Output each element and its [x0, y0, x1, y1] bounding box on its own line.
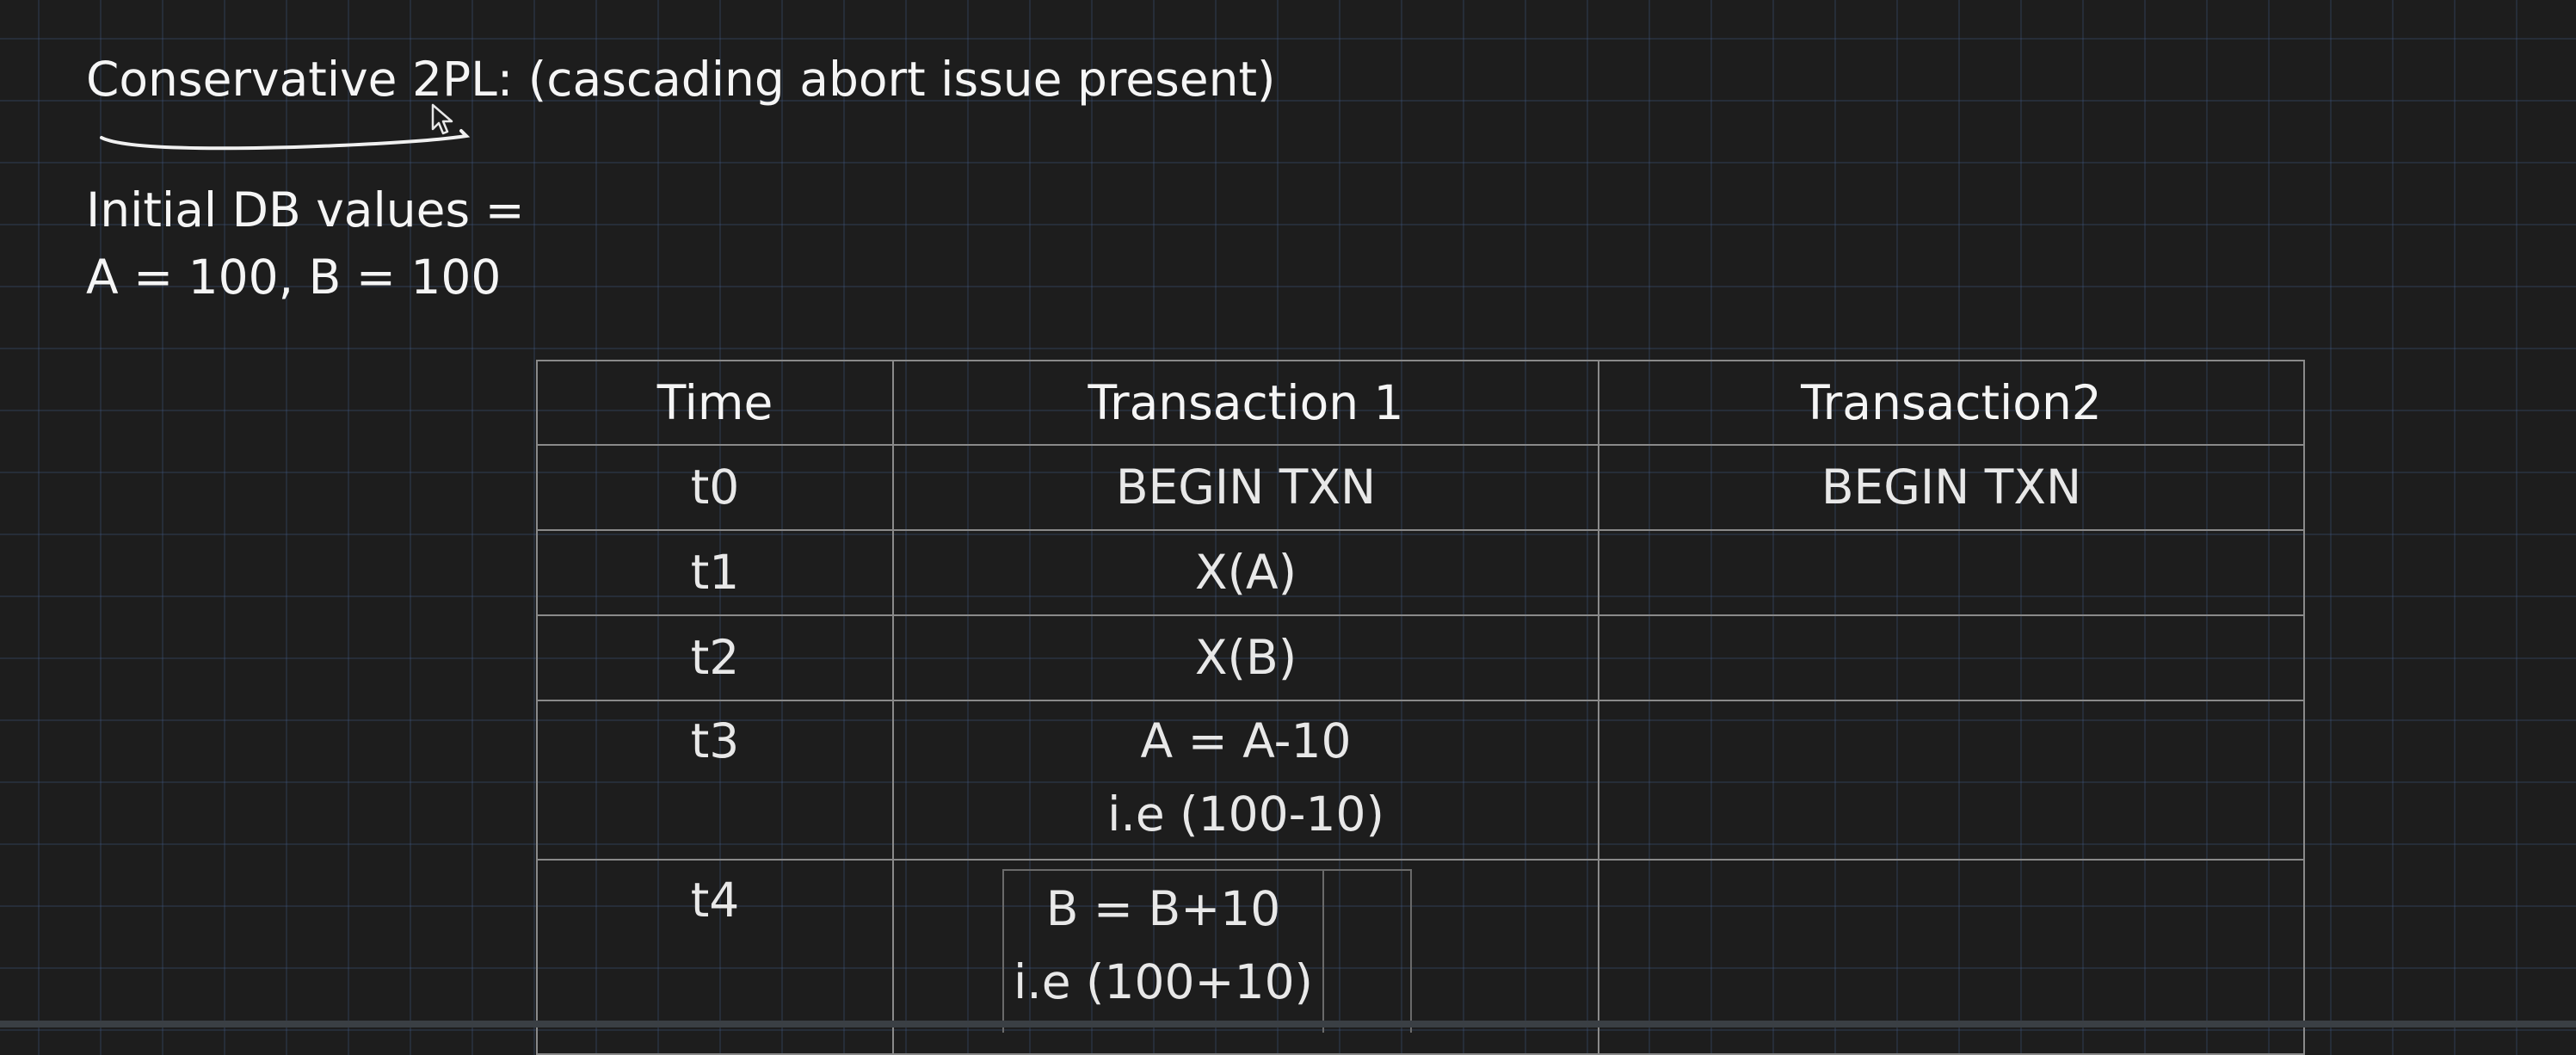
table-row: t2 X(B)	[536, 614, 2305, 701]
txn2-cell	[1598, 614, 2305, 701]
operation-detail: i.e (100-10)	[1107, 787, 1384, 842]
txn1-cell: BEGIN TXN	[892, 444, 1599, 531]
operation-line: A = A-10	[1140, 713, 1352, 768]
header-time: Time	[536, 360, 894, 446]
txn2-cell: BEGIN TXN	[1598, 444, 2305, 531]
header-transaction2: Transaction2	[1598, 360, 2305, 446]
header-transaction1: Transaction 1	[892, 360, 1599, 446]
time-label: t4	[690, 873, 740, 928]
table-header-row: Time Transaction 1 Transaction2	[536, 360, 2305, 446]
handwritten-underline-stroke	[100, 129, 471, 151]
slide-title: Conservative 2PL: (cascading abort issue…	[86, 52, 1276, 107]
time-cell: t1	[536, 529, 894, 616]
time-label: t3	[690, 713, 740, 768]
initial-values-label: Initial DB values =	[86, 182, 525, 238]
txn2-cell	[1598, 529, 2305, 616]
mouse-pointer-icon	[431, 103, 453, 135]
initial-values: A = 100, B = 100	[86, 250, 502, 305]
operation-group: B = B+10 i.e (100+10)	[1004, 873, 1322, 1019]
table-row: t1 X(A)	[536, 529, 2305, 616]
operation-detail: i.e (100+10)	[1013, 954, 1314, 1009]
table-row: t3 A = A-10 i.e (100-10)	[536, 700, 2305, 861]
txn1-cell: X(A)	[892, 529, 1599, 616]
box-divider	[1322, 871, 1324, 1033]
time-cell: t3	[536, 700, 894, 861]
operation-line: B = B+10	[1045, 881, 1281, 936]
initial-db-values: Initial DB values = A = 100, B = 100	[86, 176, 525, 311]
txn2-cell	[1598, 700, 2305, 861]
txn1-cell: X(B)	[892, 614, 1599, 701]
time-cell: t0	[536, 444, 894, 531]
time-cell: t2	[536, 614, 894, 701]
highlight-box: B = B+10 i.e (100+10)	[1002, 869, 1412, 1033]
table-row: t0 BEGIN TXN BEGIN TXN	[536, 444, 2305, 531]
transaction-schedule-table: Time Transaction 1 Transaction2 t0 BEGIN…	[536, 360, 2305, 1055]
txn1-cell: A = A-10 i.e (100-10)	[892, 700, 1599, 861]
bottom-edge-bar	[0, 1021, 2576, 1027]
